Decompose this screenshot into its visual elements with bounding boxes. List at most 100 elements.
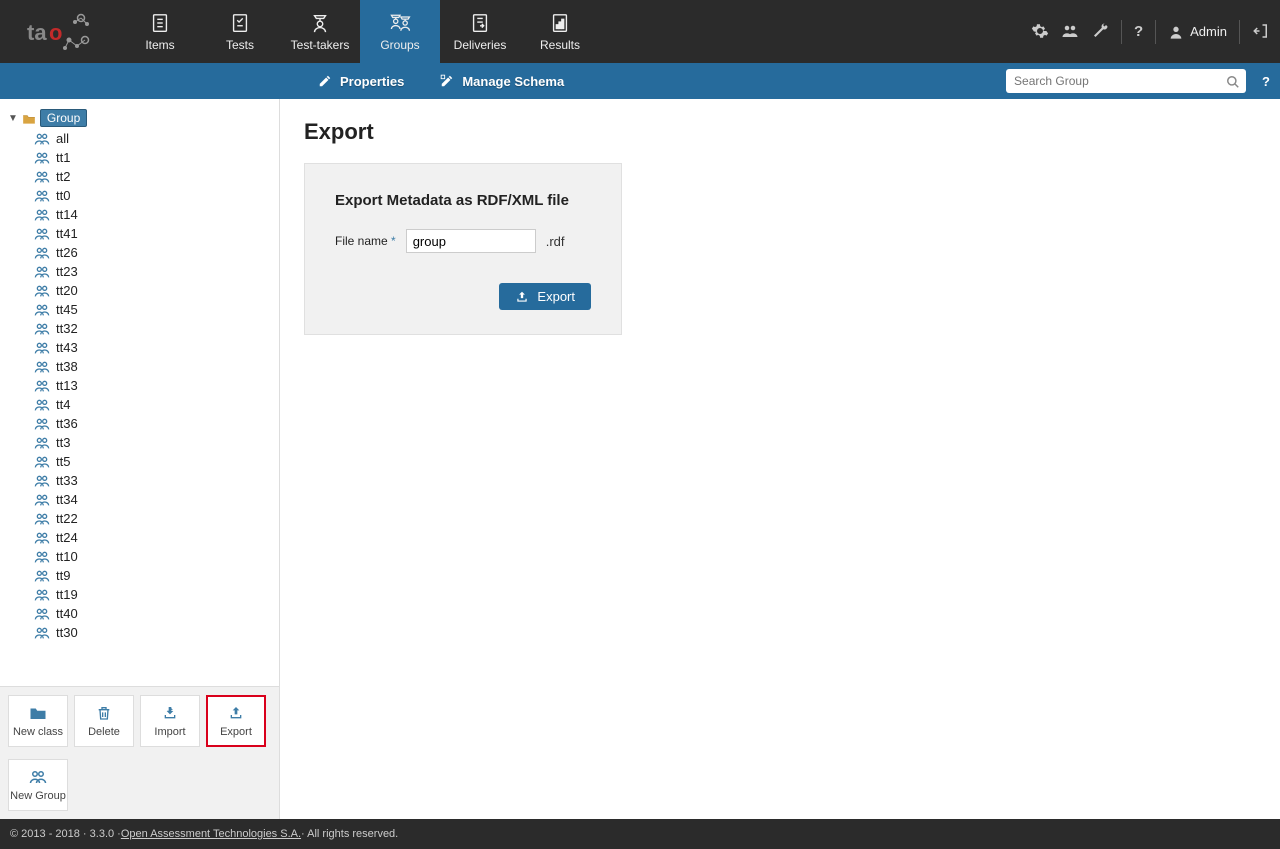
divider — [1155, 20, 1156, 44]
tree-item[interactable]: tt5 — [34, 452, 275, 471]
tree-item[interactable]: tt20 — [34, 281, 275, 300]
page-title: Export — [304, 119, 1256, 145]
svg-text:ta: ta — [27, 20, 47, 45]
search-box — [1006, 69, 1246, 93]
group-icon — [34, 246, 50, 260]
tree-item[interactable]: tt26 — [34, 243, 275, 262]
new-group-button[interactable]: New Group — [8, 759, 68, 811]
main-area: ▼ Group alltt1tt2tt0tt14tt41tt26tt23tt20… — [0, 99, 1280, 819]
tree-item[interactable]: tt43 — [34, 338, 275, 357]
content-area: Export Export Metadata as RDF/XML file F… — [280, 99, 1280, 819]
search-input[interactable] — [1006, 69, 1246, 93]
group-icon — [34, 341, 50, 355]
group-icon — [34, 550, 50, 564]
group-icon — [34, 474, 50, 488]
nav-icon — [549, 11, 571, 34]
import-icon — [162, 704, 178, 722]
group-icon — [34, 360, 50, 374]
action-bar: New class Delete Import Export — [0, 686, 279, 819]
tree[interactable]: ▼ Group alltt1tt2tt0tt14tt41tt26tt23tt20… — [0, 99, 279, 686]
group-icon — [34, 170, 50, 184]
tree-root-label: Group — [40, 109, 87, 127]
tree-item[interactable]: tt3 — [34, 433, 275, 452]
nav-icon — [309, 11, 331, 34]
group-icon — [34, 284, 50, 298]
svg-text:o: o — [49, 20, 62, 45]
tree-item[interactable]: tt33 — [34, 471, 275, 490]
wrench-icon[interactable] — [1091, 22, 1109, 40]
tree-item[interactable]: tt9 — [34, 566, 275, 585]
export-icon — [228, 704, 244, 722]
tree-root[interactable]: ▼ Group — [4, 107, 275, 129]
nav-icon — [469, 11, 491, 34]
group-icon — [34, 132, 50, 146]
nav-tests[interactable]: Tests — [200, 0, 280, 63]
tree-item[interactable]: tt40 — [34, 604, 275, 623]
nav-icon — [388, 11, 412, 34]
tree-item[interactable]: tt34 — [34, 490, 275, 509]
logo[interactable]: ta o — [0, 0, 120, 63]
properties-button[interactable]: Properties — [300, 74, 422, 89]
group-icon — [34, 303, 50, 317]
group-icon — [34, 265, 50, 279]
panel-title: Export Metadata as RDF/XML file — [335, 192, 591, 209]
manage-schema-button[interactable]: Manage Schema — [422, 74, 582, 89]
filename-label: File name * — [335, 234, 396, 248]
tree-item[interactable]: all — [34, 129, 275, 148]
group-icon — [34, 531, 50, 545]
settings-icon[interactable] — [1031, 22, 1049, 40]
footer-link[interactable]: Open Assessment Technologies S.A. — [121, 828, 301, 840]
caret-icon[interactable]: ▼ — [8, 113, 18, 124]
nav-deliveries[interactable]: Deliveries — [440, 0, 520, 63]
user-label: Admin — [1190, 24, 1227, 39]
tree-item[interactable]: tt13 — [34, 376, 275, 395]
export-button[interactable]: Export — [206, 695, 266, 747]
tree-item[interactable]: tt32 — [34, 319, 275, 338]
tree-item[interactable]: tt36 — [34, 414, 275, 433]
nav-test-takers[interactable]: Test-takers — [280, 0, 360, 63]
delete-button[interactable]: Delete — [74, 695, 134, 747]
tree-item[interactable]: tt4 — [34, 395, 275, 414]
group-icon — [34, 569, 50, 583]
tree-item[interactable]: tt30 — [34, 623, 275, 642]
folder-icon — [29, 704, 47, 722]
tree-item[interactable]: tt0 — [34, 186, 275, 205]
divider — [1239, 20, 1240, 44]
group-icon — [34, 493, 50, 507]
nav-items[interactable]: Items — [120, 0, 200, 63]
trash-icon — [96, 704, 112, 722]
tree-item[interactable]: tt41 — [34, 224, 275, 243]
help-icon[interactable]: ? — [1134, 23, 1143, 40]
group-icon — [34, 208, 50, 222]
tree-item[interactable]: tt10 — [34, 547, 275, 566]
nav-results[interactable]: Results — [520, 0, 600, 63]
tree-item[interactable]: tt1 — [34, 148, 275, 167]
search-icon[interactable] — [1226, 73, 1240, 89]
tree-item[interactable]: tt14 — [34, 205, 275, 224]
tree-item[interactable]: tt24 — [34, 528, 275, 547]
tree-item[interactable]: tt23 — [34, 262, 275, 281]
tree-item[interactable]: tt2 — [34, 167, 275, 186]
tree-item[interactable]: tt45 — [34, 300, 275, 319]
group-icon — [34, 417, 50, 431]
export-panel: Export Metadata as RDF/XML file File nam… — [304, 163, 622, 335]
import-button[interactable]: Import — [140, 695, 200, 747]
nav-groups[interactable]: Groups — [360, 0, 440, 63]
tree-item[interactable]: tt19 — [34, 585, 275, 604]
export-submit-button[interactable]: Export — [499, 283, 591, 310]
tree-item[interactable]: tt22 — [34, 509, 275, 528]
sidebar: ▼ Group alltt1tt2tt0tt14tt41tt26tt23tt20… — [0, 99, 280, 819]
group-icon — [34, 512, 50, 526]
logout-icon[interactable] — [1252, 22, 1270, 40]
group-icon — [34, 588, 50, 602]
tree-item[interactable]: tt38 — [34, 357, 275, 376]
new-class-button[interactable]: New class — [8, 695, 68, 747]
users-icon[interactable] — [1061, 22, 1079, 40]
main-nav: ItemsTestsTest-takersGroupsDeliveriesRes… — [120, 0, 600, 63]
footer: © 2013 - 2018 · 3.3.0 · Open Assessment … — [0, 819, 1280, 849]
folder-icon — [22, 111, 36, 126]
filename-input[interactable] — [406, 229, 536, 253]
group-icon — [34, 607, 50, 621]
user-menu[interactable]: Admin — [1168, 24, 1227, 40]
subbar-help-icon[interactable]: ? — [1252, 74, 1280, 89]
